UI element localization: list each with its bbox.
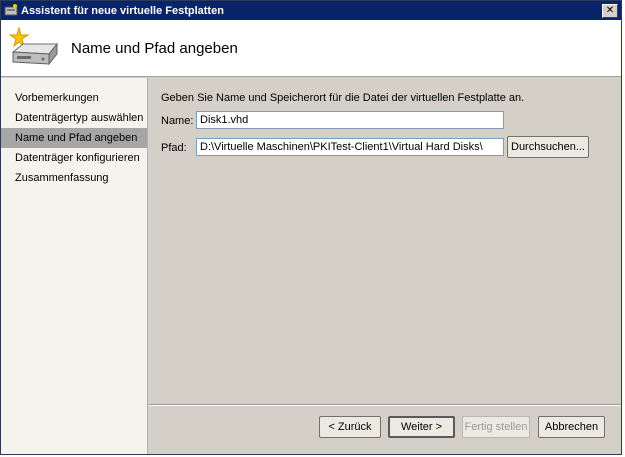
wizard-content: Geben Sie Name und Speicherort für die D… [149, 78, 621, 454]
nav-item-datentraegertyp[interactable]: Datenträgertyp auswählen [1, 108, 147, 128]
back-button[interactable]: < Zurück [319, 416, 381, 438]
wizard-header: Name und Pfad angeben [1, 20, 621, 77]
wizard-steps-nav: Vorbemerkungen Datenträgertyp auswählen … [1, 78, 148, 454]
path-label: Pfad: [161, 142, 187, 154]
finish-button[interactable]: Fertig stellen [462, 416, 530, 438]
page-title: Name und Pfad angeben [71, 40, 238, 57]
path-input[interactable]: D:\Virtuelle Maschinen\PKITest-Client1\V… [196, 138, 504, 156]
nav-item-datentraeger-konfigurieren[interactable]: Datenträger konfigurieren [1, 148, 147, 168]
hard-disk-icon [5, 26, 61, 72]
wizard-app-icon [4, 4, 18, 17]
next-button[interactable]: Weiter > [388, 416, 455, 438]
nav-item-name-und-pfad[interactable]: Name und Pfad angeben [1, 128, 147, 148]
sparkle-icon [8, 26, 30, 48]
name-input[interactable]: Disk1.vhd [196, 111, 504, 129]
nav-item-zusammenfassung[interactable]: Zusammenfassung [1, 168, 147, 188]
cancel-button[interactable]: Abbrechen [538, 416, 605, 438]
window-title: Assistent für neue virtuelle Festplatten [21, 4, 224, 17]
browse-button[interactable]: Durchsuchen... [507, 136, 589, 158]
nav-item-vorbemerkungen[interactable]: Vorbemerkungen [1, 88, 147, 108]
name-label: Name: [161, 115, 194, 127]
wizard-window: Assistent für neue virtuelle Festplatten… [0, 0, 622, 455]
instruction-text: Geben Sie Name und Speicherort für die D… [161, 92, 525, 104]
title-bar[interactable]: Assistent für neue virtuelle Festplatten… [1, 1, 621, 20]
close-button[interactable]: ✕ [602, 3, 618, 18]
footer-separator [149, 404, 621, 406]
